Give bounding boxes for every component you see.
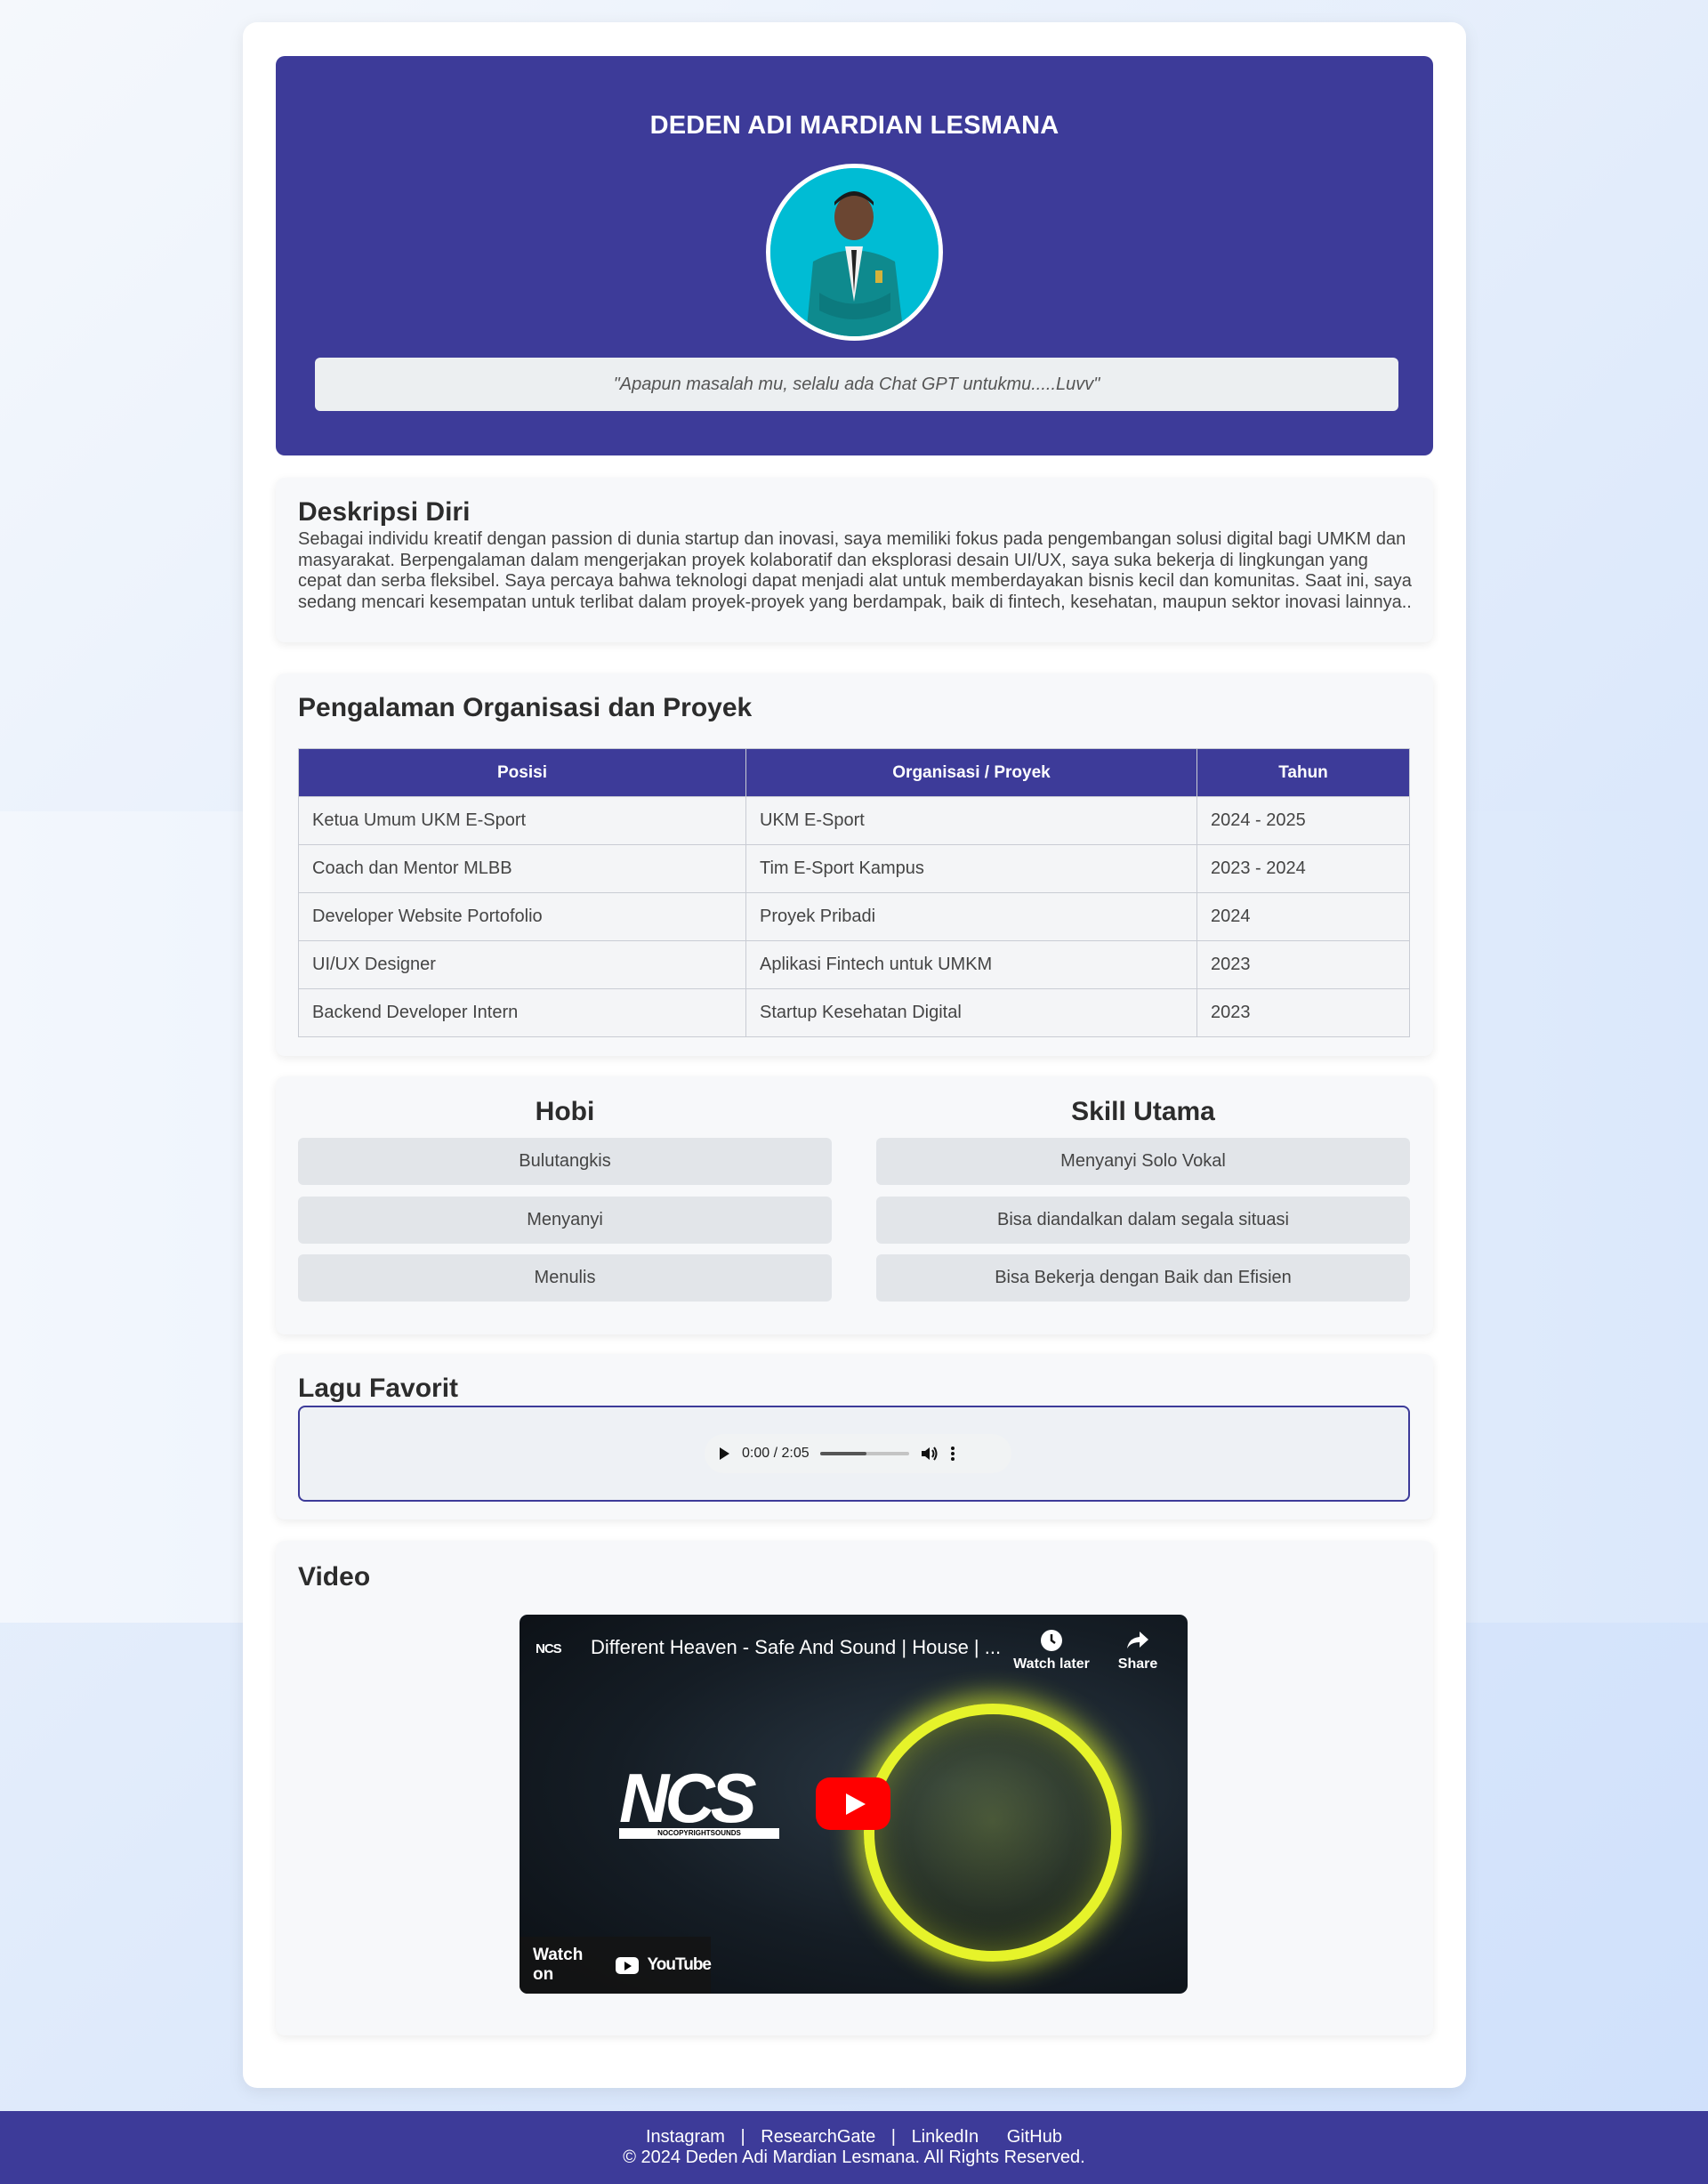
table-cell: Proyek Pribadi [745,892,1197,941]
song-heading: Lagu Favorit [298,1374,459,1403]
table-cell: Coach dan Mentor MLBB [298,844,746,893]
hobbies-heading: Hobi [535,1097,595,1126]
watch-on-youtube-button[interactable]: Watch on YouTube [520,1937,712,1994]
hobby-item: Bulutangkis [298,1138,832,1185]
footer-copyright: © 2024 Deden Adi Mardian Lesmana. All Ri… [623,2148,1085,2167]
share-button[interactable]: Share [1107,1629,1169,1672]
table-row: Coach dan Mentor MLBB Tim E-Sport Kampus… [298,844,1410,893]
table-cell: Developer Website Portofolio [298,892,746,941]
skill-item: Menyanyi Solo Vokal [876,1138,1410,1185]
table-row: Backend Developer Intern Startup Kesehat… [298,988,1410,1037]
table-row: Ketua Umum UKM E-Sport UKM E-Sport 2024 … [298,796,1410,845]
skill-item: Bisa Bekerja dengan Baik dan Efisien [876,1254,1410,1302]
description-card: Deskripsi Diri Sebagai individu kreatif … [276,478,1433,642]
description-heading: Deskripsi Diri [298,497,471,527]
skills-heading: Skill Utama [1071,1097,1215,1126]
watch-later-button[interactable]: Watch later [1007,1629,1096,1672]
experience-table: Posisi Organisasi / Proyek Tahun Ketua U… [298,748,1410,1037]
table-cell: 2024 [1196,892,1410,941]
table-cell: Ketua Umum UKM E-Sport [298,796,746,845]
avatar-photo [770,168,939,336]
hobbies-skills-card: Hobi Bulutangkis Menyanyi Menulis Skill … [276,1076,1433,1334]
ncs-logo: NCS [619,1759,757,1837]
table-cell: UI/UX Designer [298,940,746,989]
song-card: Lagu Favorit 0:00 / 2:05 [276,1354,1433,1519]
experience-card: Pengalaman Organisasi dan Proyek Posisi … [276,673,1433,1056]
quote-box: "Apapun masalah mu, selalu ada Chat GPT … [315,358,1398,411]
experience-heading: Pengalaman Organisasi dan Proyek [298,693,753,722]
video-title[interactable]: Different Heaven - Safe And Sound | Hous… [591,1636,1027,1659]
table-cell: 2023 [1196,988,1410,1037]
audio-player: 0:00 / 2:05 [705,1434,1011,1473]
volume-icon[interactable] [920,1445,939,1463]
footer-separator: | [890,2127,896,2147]
table-cell: Startup Kesehatan Digital [745,988,1197,1037]
footer-link-researchgate[interactable]: ResearchGate [761,2127,875,2147]
column-header-tahun: Tahun [1196,748,1410,797]
column-header-posisi: Posisi [298,748,746,797]
column-header-organisasi: Organisasi / Proyek [745,748,1197,797]
youtube-embed[interactable]: NCS Different Heaven - Safe And Sound | … [520,1615,1188,1994]
channel-badge[interactable]: NCS [536,1641,562,1656]
footer-link-instagram[interactable]: Instagram [646,2127,725,2147]
audio-progress-slider[interactable] [819,1452,909,1455]
table-cell: UKM E-Sport [745,796,1197,845]
table-cell: Tim E-Sport Kampus [745,844,1197,893]
avatar [766,164,943,341]
main-container: DEDEN ADI MARDIAN LESMANA "Apapun masala… [243,22,1466,2088]
profile-name: DEDEN ADI MARDIAN LESMANA [649,111,1059,140]
watch-later-label: Watch later [1013,1656,1090,1672]
audio-box: 0:00 / 2:05 [298,1406,1410,1502]
audio-time: 0:00 / 2:05 [742,1446,810,1461]
youtube-logo-icon [616,1956,639,1974]
table-cell: 2023 [1196,940,1410,989]
hobby-item: Menyanyi [298,1197,832,1244]
youtube-play-icon[interactable] [816,1777,890,1830]
table-cell: 2024 - 2025 [1196,796,1410,845]
table-row: Developer Website Portofolio Proyek Prib… [298,892,1410,941]
audio-progress-fill [819,1452,866,1455]
table-row: UI/UX Designer Aplikasi Fintech untuk UM… [298,940,1410,989]
table-header-row: Posisi Organisasi / Proyek Tahun [298,748,1410,797]
video-card: Video NCS Different Heaven - Safe And So… [276,1541,1433,2035]
ncs-logo-subtitle: NOCOPYRIGHTSOUNDS [619,1828,779,1839]
profile-header: DEDEN ADI MARDIAN LESMANA "Apapun masala… [276,56,1433,455]
footer: Instagram | ResearchGate | LinkedIn GitH… [0,2111,1708,2184]
more-options-icon[interactable] [950,1445,955,1463]
play-icon[interactable] [717,1446,731,1462]
footer-link-github[interactable]: GitHub [1007,2127,1062,2147]
skill-item: Bisa diandalkan dalam segala situasi [876,1197,1410,1244]
youtube-wordmark: YouTube [647,1955,712,1974]
footer-separator: | [740,2127,745,2147]
footer-links: Instagram | ResearchGate | LinkedIn GitH… [0,2127,1708,2148]
table-cell: 2023 - 2024 [1196,844,1410,893]
footer-link-linkedin[interactable]: LinkedIn [912,2127,979,2147]
watch-on-label: Watch on [533,1946,584,1984]
share-icon [1127,1632,1148,1648]
table-cell: Aplikasi Fintech untuk UMKM [745,940,1197,989]
share-label: Share [1117,1656,1158,1672]
video-heading: Video [298,1562,371,1592]
description-text: Sebagai individu kreatif dengan passion … [298,529,1412,612]
hobby-item: Menulis [298,1254,832,1302]
table-cell: Backend Developer Intern [298,988,746,1037]
visualizer-orb [864,1704,1122,1962]
clock-icon [1041,1630,1062,1651]
